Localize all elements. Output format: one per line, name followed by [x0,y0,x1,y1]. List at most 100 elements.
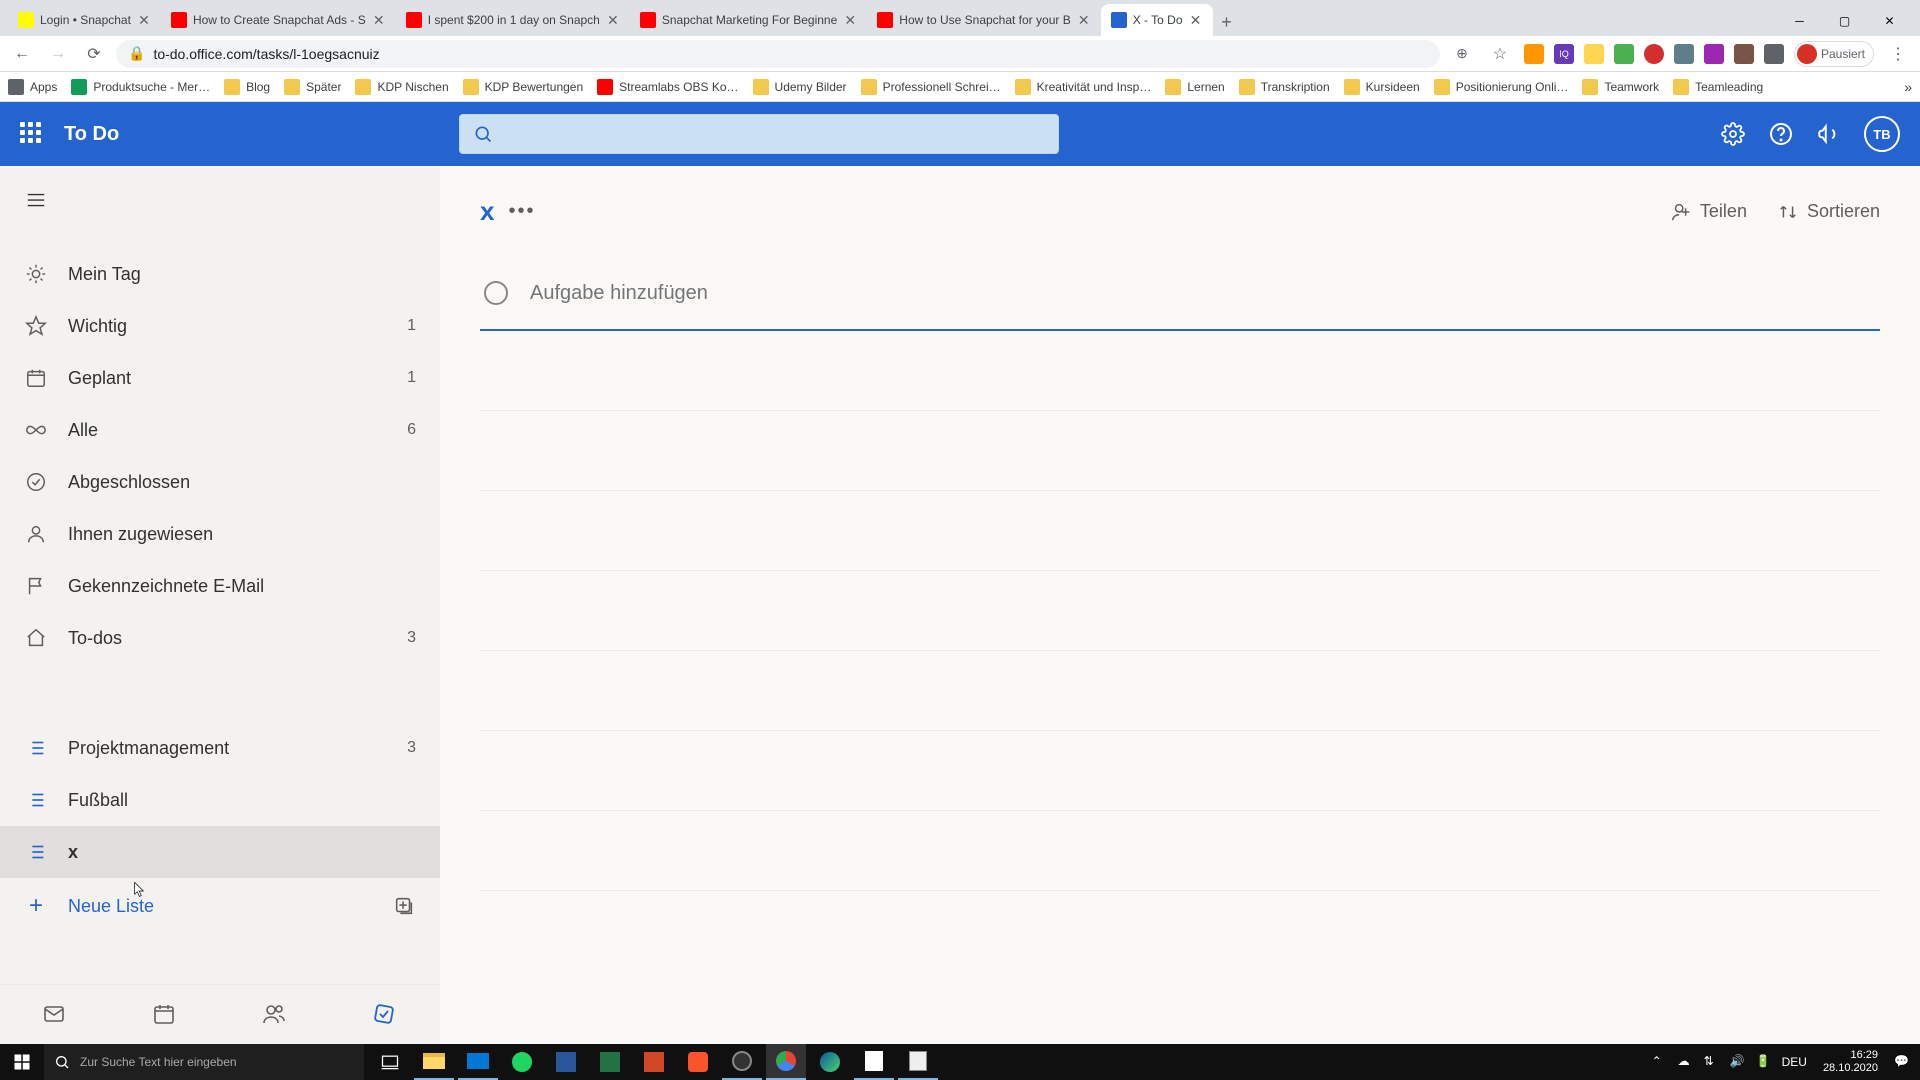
tab-close-icon[interactable]: ✕ [843,13,857,27]
bookmark-item[interactable]: Udemy Bilder [753,79,847,95]
sidebar-item-flag[interactable]: Gekennzeichnete E-Mail [0,560,440,612]
sidebar-list-item[interactable]: x [0,826,440,878]
profile-paused[interactable]: Pausiert [1794,41,1874,67]
extension-icon[interactable] [1644,44,1664,64]
user-avatar[interactable]: TB [1864,116,1900,152]
tray-battery-icon[interactable]: 🔋 [1756,1054,1772,1070]
extension-icon[interactable]: IQ [1554,44,1574,64]
taskbar-app-spotify[interactable] [502,1044,542,1080]
taskbar-app-notepad[interactable] [854,1044,894,1080]
reload-button[interactable]: ⟳ [80,40,108,68]
add-task-textbox[interactable] [530,282,1876,305]
calendar-icon[interactable] [152,1002,178,1028]
tasks-icon[interactable] [372,1002,398,1028]
extension-icon[interactable] [1704,44,1724,64]
forward-button[interactable]: → [44,40,72,68]
new-list-button[interactable]: + Neue Liste [0,878,440,934]
tray-notifications-icon[interactable]: 💬 [1894,1054,1910,1070]
tray-clock[interactable]: 16:29 28.10.2020 [1817,1049,1884,1075]
taskbar-app-chrome[interactable] [766,1044,806,1080]
list-title[interactable]: x [480,196,494,227]
bookmark-item[interactable]: Teamleading [1673,79,1763,95]
extension-icon[interactable] [1614,44,1634,64]
people-icon[interactable] [262,1002,288,1028]
window-minimize[interactable]: ─ [1777,6,1822,36]
chrome-menu-icon[interactable]: ⋮ [1884,40,1912,68]
bookmark-item[interactable]: Positionierung Onli… [1434,79,1569,95]
browser-tab[interactable]: Login • Snapchat✕ [8,4,161,36]
sidebar-list-item[interactable]: Fußball [0,774,440,826]
taskbar-app-edge[interactable] [810,1044,850,1080]
browser-tab[interactable]: I spent $200 in 1 day on Snapch✕ [396,4,630,36]
extension-icon[interactable] [1584,44,1604,64]
sidebar-item-home[interactable]: To-dos3 [0,612,440,664]
taskbar-app-explorer[interactable] [414,1044,454,1080]
add-task-input[interactable] [480,257,1880,331]
back-button[interactable]: ← [8,40,36,68]
sort-button[interactable]: Sortieren [1777,201,1880,223]
hamburger-icon[interactable] [16,180,56,220]
share-button[interactable]: Teilen [1670,201,1747,223]
taskbar-app-mail[interactable] [458,1044,498,1080]
search-input[interactable] [459,114,1059,154]
bookmark-item[interactable]: Apps [8,79,57,95]
bookmark-item[interactable]: KDP Nischen [355,79,448,95]
tab-close-icon[interactable]: ✕ [137,13,151,27]
browser-tab[interactable]: How to Create Snapchat Ads - S✕ [161,4,396,36]
new-tab-button[interactable]: + [1213,8,1241,36]
taskbar-search[interactable]: Zur Suche Text hier eingeben [44,1044,364,1080]
tab-close-icon[interactable]: ✕ [606,13,620,27]
tray-onedrive-icon[interactable]: ☁ [1678,1054,1694,1070]
sidebar-item-check[interactable]: Abgeschlossen [0,456,440,508]
browser-tab[interactable]: How to Use Snapchat for your B✕ [867,4,1100,36]
bookmarks-overflow-icon[interactable]: » [1904,79,1912,95]
tab-close-icon[interactable]: ✕ [372,13,386,27]
tab-close-icon[interactable]: ✕ [1189,13,1203,27]
bookmark-item[interactable]: Produktsuche - Mer… [71,79,210,95]
sidebar-item-person[interactable]: Ihnen zugewiesen [0,508,440,560]
sidebar-list-item[interactable]: Projektmanagement3 [0,722,440,774]
extensions-puzzle-icon[interactable] [1764,44,1784,64]
megaphone-icon[interactable] [1816,121,1842,147]
bookmark-item[interactable]: Teamwork [1582,79,1659,95]
bookmark-item[interactable]: Lernen [1165,79,1224,95]
list-options-icon[interactable]: ••• [508,200,535,223]
bookmark-star-icon[interactable]: ☆ [1486,40,1514,68]
sidebar-item-star[interactable]: Wichtig1 [0,300,440,352]
zoom-icon[interactable]: ⊕ [1448,40,1476,68]
taskbar-app-powerpoint[interactable] [634,1044,674,1080]
taskbar-app-brave[interactable] [678,1044,718,1080]
window-maximize[interactable]: ▢ [1822,6,1867,36]
bookmark-item[interactable]: Später [284,79,341,95]
tray-overflow-icon[interactable]: ⌃ [1652,1054,1668,1070]
extension-icon[interactable] [1734,44,1754,64]
tray-volume-icon[interactable]: 🔊 [1730,1054,1746,1070]
browser-tab[interactable]: X - To Do✕ [1101,4,1213,36]
taskbar-app-excel[interactable] [590,1044,630,1080]
sidebar-item-infinity[interactable]: Alle6 [0,404,440,456]
new-group-icon[interactable] [392,894,416,918]
app-launcher-icon[interactable] [20,122,44,146]
tray-wifi-icon[interactable]: ⇅ [1704,1054,1720,1070]
taskbar-app-obs[interactable] [722,1044,762,1080]
task-view-icon[interactable] [370,1044,410,1080]
browser-tab[interactable]: Snapchat Marketing For Beginne✕ [630,4,867,36]
start-button[interactable] [0,1044,44,1080]
taskbar-app-generic[interactable] [898,1044,938,1080]
sidebar-item-sun[interactable]: Mein Tag [0,248,440,300]
sidebar-item-calendar[interactable]: Geplant1 [0,352,440,404]
settings-icon[interactable] [1720,121,1746,147]
mail-icon[interactable] [42,1002,68,1028]
bookmark-item[interactable]: Kursideen [1344,79,1420,95]
bookmark-item[interactable]: KDP Bewertungen [463,79,584,95]
window-close[interactable]: ✕ [1867,6,1912,36]
bookmark-item[interactable]: Streamlabs OBS Ko… [597,79,738,95]
extension-icon[interactable] [1674,44,1694,64]
bookmark-item[interactable]: Kreativität und Insp… [1015,79,1152,95]
bookmark-item[interactable]: Professionell Schrei… [861,79,1001,95]
address-bar[interactable]: 🔒 to-do.office.com/tasks/l-1oegsacnuiz [116,40,1440,68]
tab-close-icon[interactable]: ✕ [1077,13,1091,27]
taskbar-app-word[interactable] [546,1044,586,1080]
tray-language[interactable]: DEU [1782,1055,1807,1069]
extension-icon[interactable] [1524,44,1544,64]
